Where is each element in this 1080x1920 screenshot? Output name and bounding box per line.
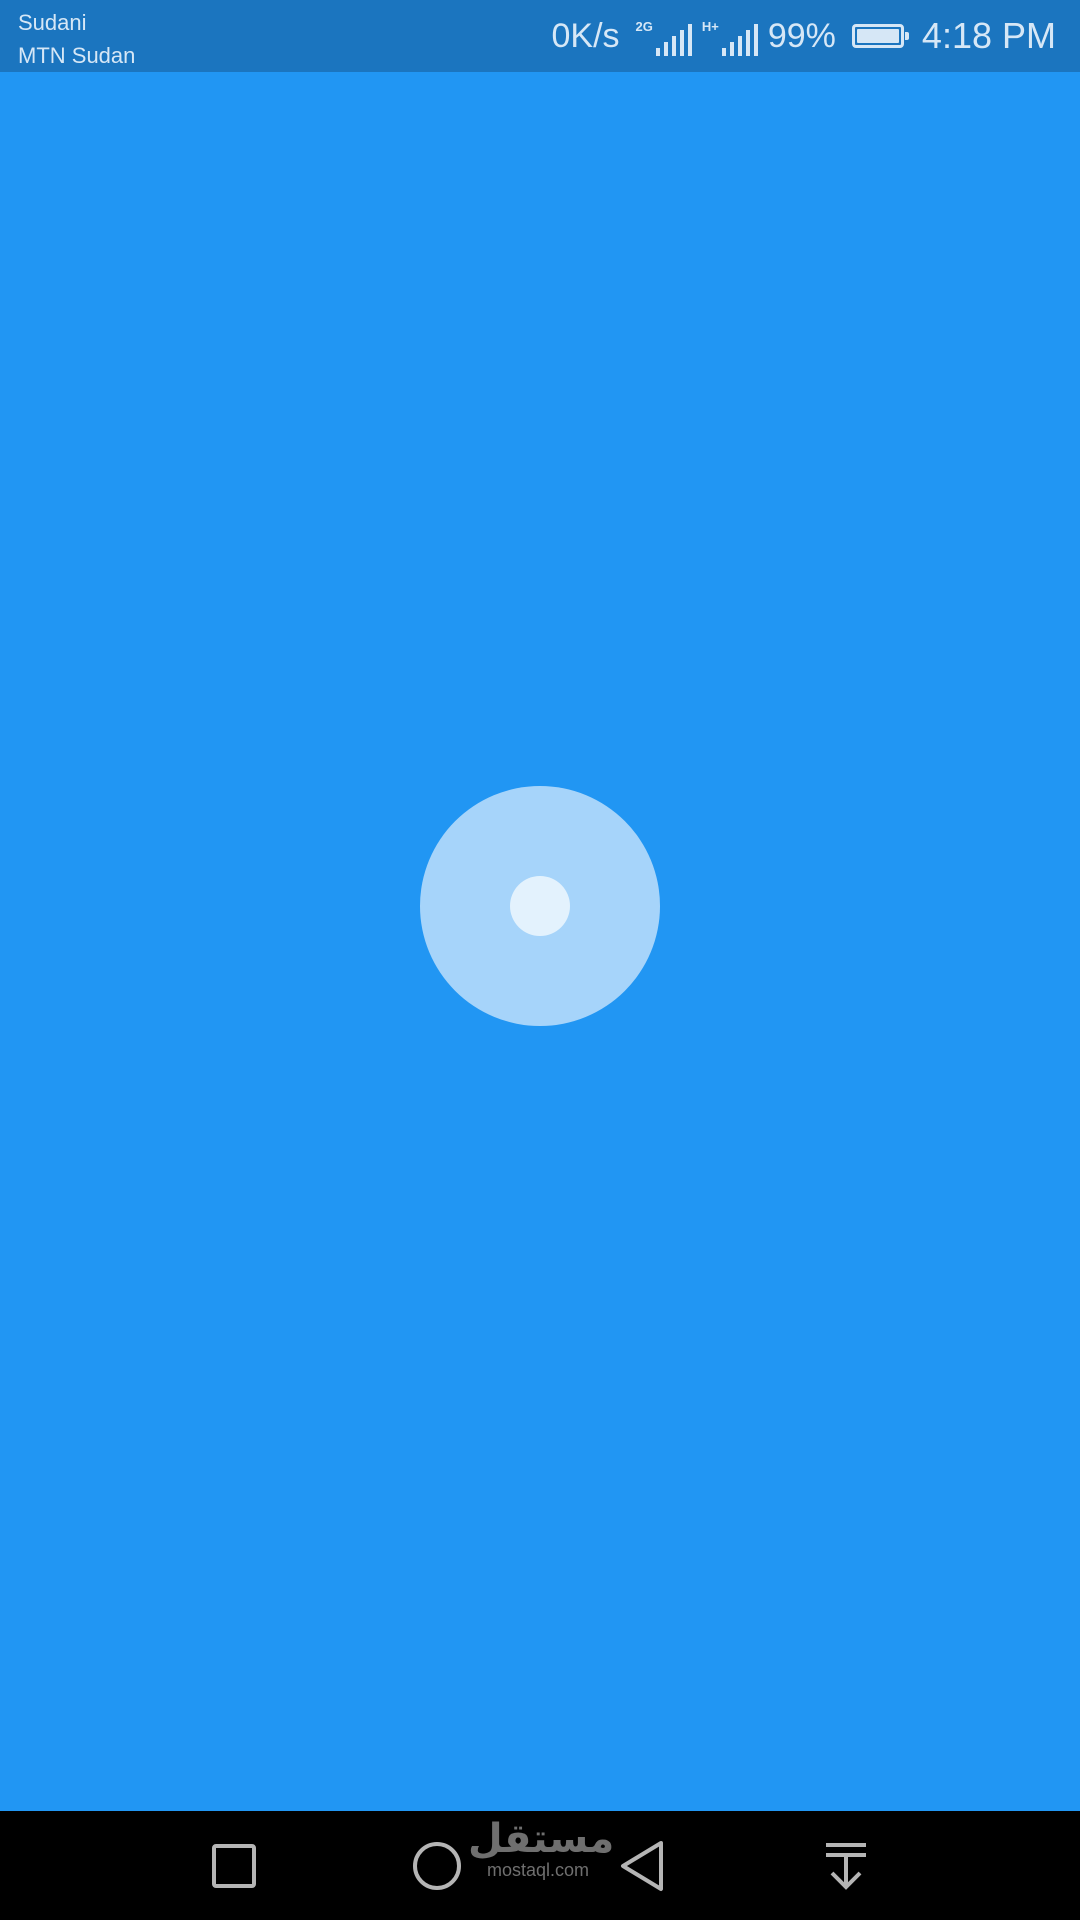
sim1-signal-icon: 2G — [636, 16, 692, 56]
notifications-button[interactable] — [796, 1811, 896, 1920]
loading-indicator — [420, 786, 660, 1026]
sim1-signal-bars — [655, 24, 692, 56]
loading-dot-icon — [510, 876, 570, 936]
square-icon — [212, 1843, 256, 1888]
watermark-arabic: مستقل — [468, 1817, 615, 1861]
sim2-signal-bars — [721, 24, 758, 56]
battery-icon — [851, 24, 909, 48]
pull-down-icon — [826, 1842, 866, 1890]
clock: 4:18 PM — [921, 15, 1056, 56]
sim1-network-type: 2G — [635, 19, 653, 34]
carrier-sim2: MTN Sudan — [18, 43, 136, 68]
network-speed: 0K/s — [551, 16, 620, 55]
triangle-back-icon — [621, 1840, 663, 1891]
status-bar: Sudani MTN Sudan 0K/s 2G H+ 99% 4:18 PM — [0, 0, 1080, 72]
circle-icon — [413, 1841, 461, 1890]
sim2-network-type: H+ — [701, 19, 719, 34]
watermark-latin: mostaql.com — [486, 1860, 590, 1880]
sim2-signal-icon: H+ — [702, 16, 758, 56]
status-icons: 0K/s 2G H+ 99% 4:18 PM — [551, 0, 1056, 72]
app-screen: Sudani MTN Sudan 0K/s 2G H+ 99% 4:18 PM … — [0, 0, 1080, 1920]
carrier-names: Sudani MTN Sudan — [18, 6, 135, 72]
battery-fill — [856, 29, 899, 43]
watermark-logo: مستقل mostaql.com — [468, 1817, 615, 1888]
carrier-sim1: Sudani — [18, 10, 87, 35]
battery-percent: 99% — [767, 16, 836, 55]
recent-apps-button[interactable] — [184, 1811, 284, 1920]
